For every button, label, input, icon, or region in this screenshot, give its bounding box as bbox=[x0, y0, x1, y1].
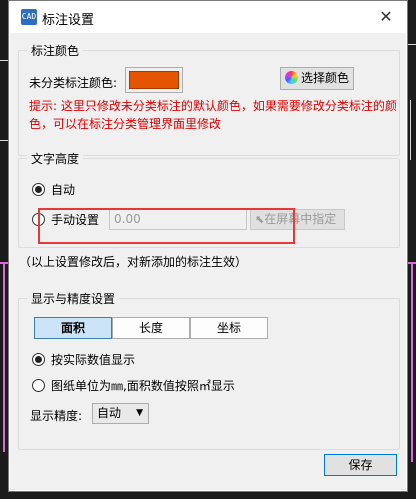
display-paper-label[interactable]: 图纸单位为㎜,面积数值按照㎡显示 bbox=[51, 377, 235, 394]
text-height-auto-label[interactable]: 自动 bbox=[51, 181, 75, 198]
display-actual-radio[interactable] bbox=[32, 353, 45, 366]
tab-coordinate[interactable]: 坐标 bbox=[190, 317, 268, 339]
precision-select[interactable]: 自动 ▼ bbox=[92, 403, 149, 424]
highlight-annotation-box bbox=[38, 208, 295, 244]
text-height-group-title: 文字高度 bbox=[27, 150, 84, 167]
background-cad-line bbox=[408, 44, 416, 45]
choose-color-label: 选择颜色 bbox=[300, 71, 349, 85]
color-wheel-icon bbox=[284, 71, 298, 84]
app-icon: CAD bbox=[21, 9, 37, 25]
window-title: 标注设置 bbox=[42, 13, 95, 28]
text-height-auto-radio[interactable] bbox=[32, 183, 45, 196]
choose-color-button[interactable]: 选择颜色 bbox=[280, 67, 354, 90]
dialog-body: 标注颜色 未分类标注颜色: 选择颜色 提示: 这里只修改未分类标注的默认颜色，如… bbox=[10, 33, 406, 490]
chevron-down-icon: ▼ bbox=[136, 408, 143, 418]
tab-length[interactable]: 长度 bbox=[112, 317, 190, 339]
color-swatch-button[interactable] bbox=[125, 67, 183, 93]
background-cad-line bbox=[0, 140, 8, 141]
background-cad-line bbox=[3, 262, 5, 452]
label-settings-dialog: CAD 标注设置 ✕ 标注颜色 未分类标注颜色: 选择颜色 提示: 这里只修改未… bbox=[8, 0, 408, 492]
mark-color-group-title: 标注颜色 bbox=[27, 42, 84, 59]
save-button[interactable]: 保存 bbox=[324, 454, 397, 476]
background-cad-line bbox=[411, 262, 413, 462]
color-hint-text: 提示: 这里只修改未分类标注的默认颜色，如果需要修改分类标注的颜色，可以在标注分… bbox=[29, 99, 397, 131]
display-precision-group-title: 显示与精度设置 bbox=[27, 290, 120, 307]
close-icon[interactable]: ✕ bbox=[375, 6, 397, 28]
precision-label: 显示精度: bbox=[30, 409, 83, 423]
color-swatch bbox=[129, 71, 179, 89]
precision-value: 自动 bbox=[97, 406, 122, 420]
unclassified-color-label: 未分类标注颜色: bbox=[29, 76, 118, 90]
tab-area[interactable]: 面积 bbox=[34, 317, 112, 339]
background-cad-line bbox=[0, 60, 8, 61]
background-cad-line bbox=[410, 100, 411, 160]
display-actual-label[interactable]: 按实际数值显示 bbox=[51, 351, 135, 368]
title-bar: CAD 标注设置 ✕ bbox=[9, 1, 407, 33]
settings-note: （以上设置修改后，对新添加的标注生效） bbox=[19, 255, 248, 269]
display-paper-radio[interactable] bbox=[32, 379, 45, 392]
